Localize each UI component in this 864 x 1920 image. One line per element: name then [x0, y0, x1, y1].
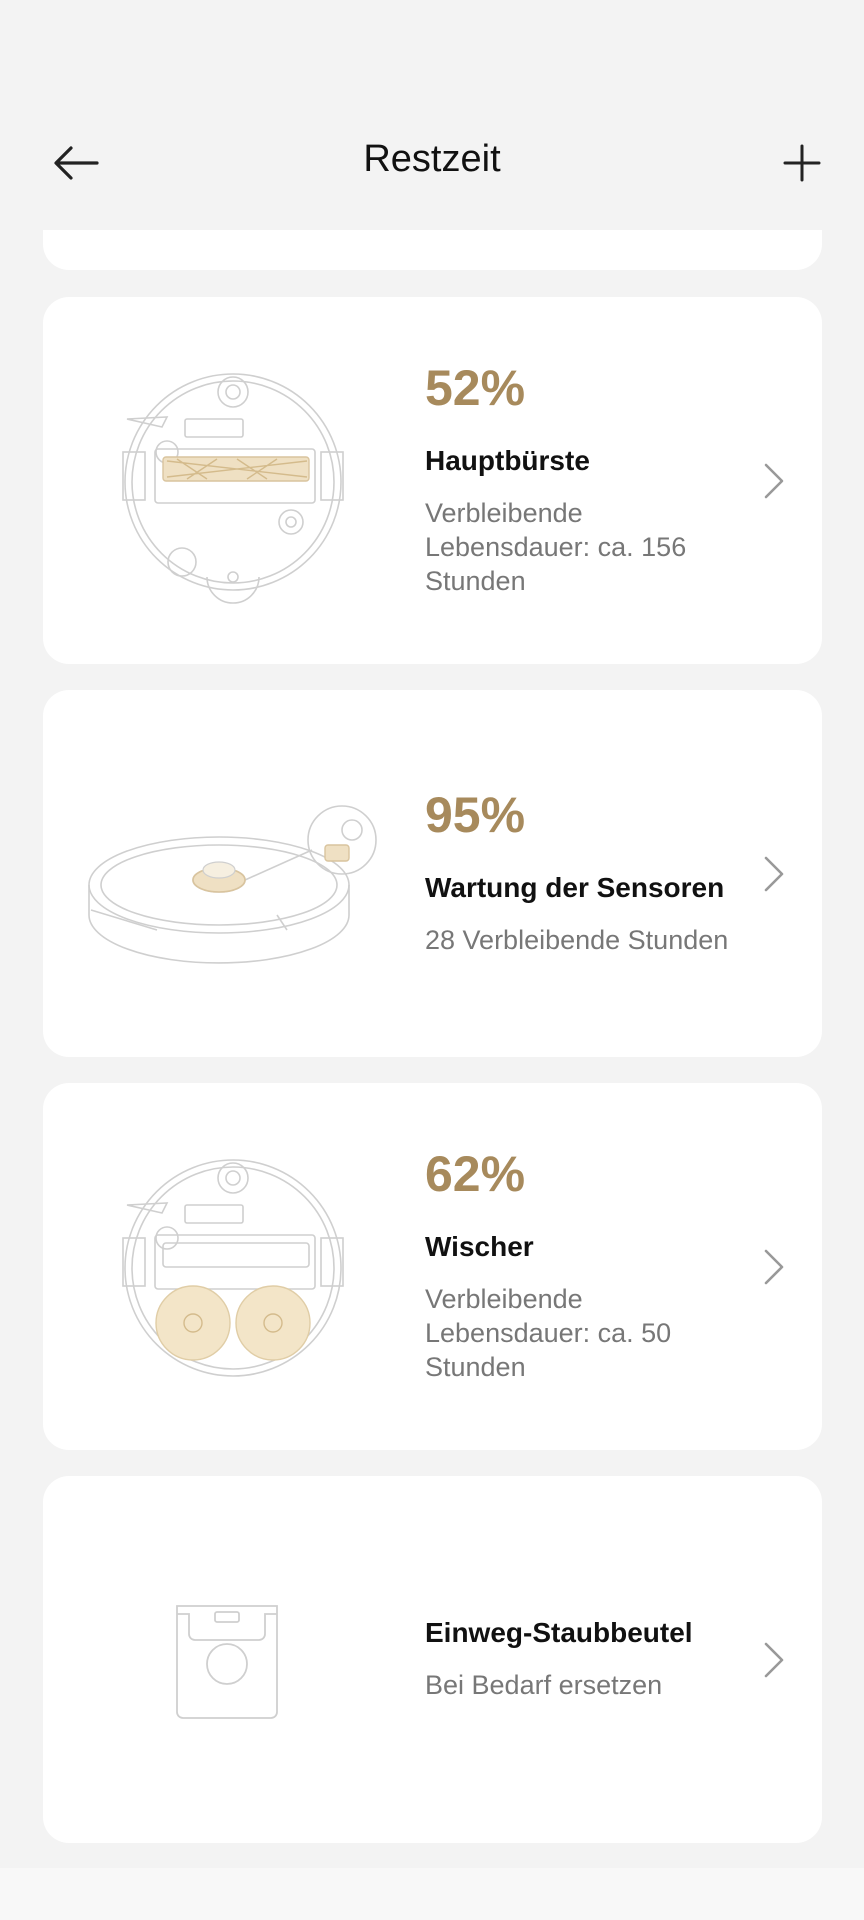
remaining-percent: 95%: [425, 787, 526, 844]
item-info: 95% Wartung der Sensoren 28 Verbleibende…: [425, 690, 752, 1057]
bottom-spacer: [0, 1868, 864, 1920]
add-button[interactable]: [770, 131, 834, 195]
item-info: 52% Hauptbürste Verbleibende Lebensdauer…: [425, 297, 752, 664]
dust-bag-card[interactable]: Einweg-Staubbeutel Bei Bedarf ersetzen: [43, 1476, 822, 1843]
robot-mop-illustration: [122, 1159, 344, 1377]
chevron-right-icon: [764, 856, 784, 891]
sensor-maintenance-card[interactable]: 95% Wartung der Sensoren 28 Verbleibende…: [43, 690, 822, 1057]
item-info: 62% Wischer Verbleibende Lebensdauer: ca…: [425, 1083, 752, 1450]
item-description: 28 Verbleibende Stunden: [425, 924, 729, 955]
main-brush-card[interactable]: 52% Hauptbürste Verbleibende Lebensdauer…: [43, 297, 822, 664]
mop-card[interactable]: 62% Wischer Verbleibende Lebensdauer: ca…: [43, 1083, 822, 1450]
chevron-right-icon: [764, 1642, 784, 1677]
robot-main-brush-illustration: [122, 373, 344, 604]
chevron-right-icon: [764, 1249, 784, 1284]
item-description: Bei Bedarf ersetzen: [425, 1669, 663, 1700]
remaining-percent: 52%: [425, 360, 526, 417]
item-description: Verbleibende Lebensdauer: ca. 50 Stunden: [425, 1283, 672, 1382]
header: Restzeit: [0, 0, 864, 230]
item-name: Wischer: [425, 1231, 534, 1263]
page-title: Restzeit: [363, 138, 501, 180]
robot-sensor-illustration: [88, 805, 377, 964]
remaining-percent: 62%: [425, 1146, 526, 1203]
item-info: Einweg-Staubbeutel Bei Bedarf ersetzen: [425, 1476, 752, 1843]
chevron-right-icon: [764, 463, 784, 498]
card-partial: [43, 230, 822, 270]
item-name: Einweg-Staubbeutel: [425, 1617, 693, 1649]
dust-bag-illustration: [176, 1605, 278, 1719]
item-name: Hauptbürste: [425, 445, 590, 477]
item-name: Wartung der Sensoren: [425, 872, 725, 904]
item-description: Verbleibende Lebensdauer: ca. 156 Stunde…: [425, 497, 687, 596]
plus-icon: [783, 144, 821, 182]
